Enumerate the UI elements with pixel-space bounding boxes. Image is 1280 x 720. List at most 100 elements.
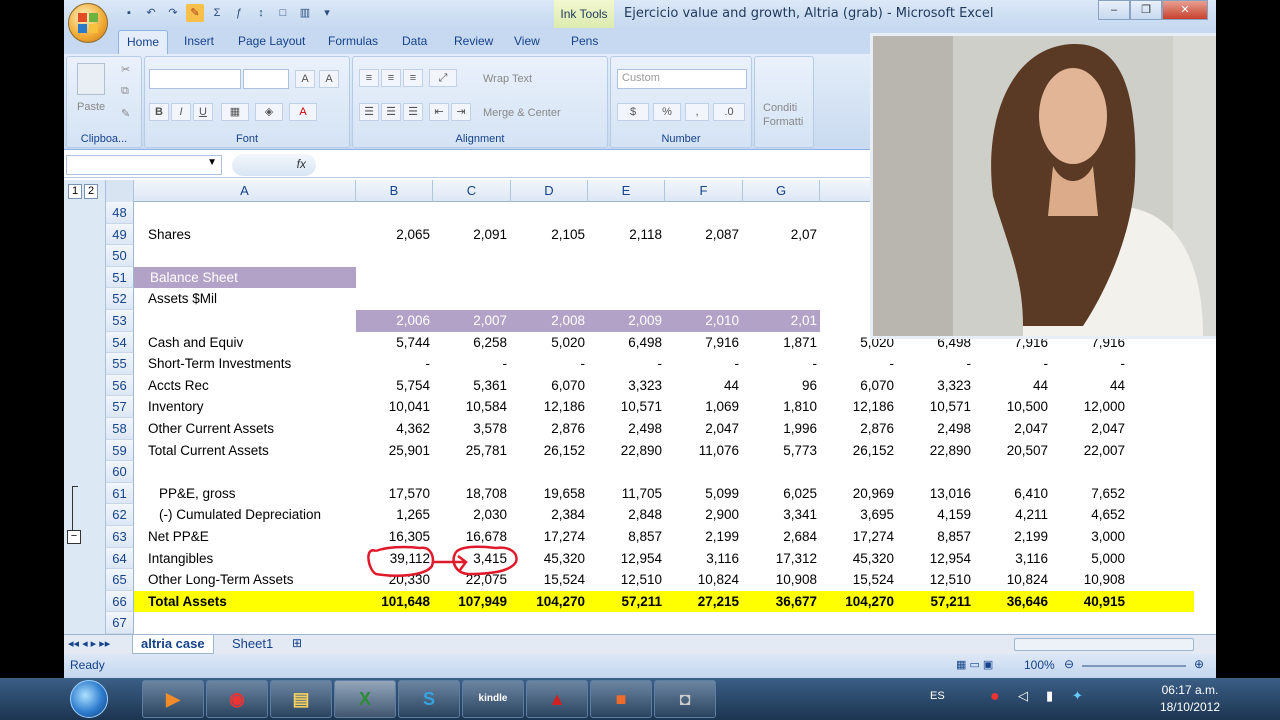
table-row[interactable]: 63 Net PP&E 16,305 16,678 17,274 8,857 2,199 2,… xyxy=(106,526,1216,548)
row-number[interactable]: 54 xyxy=(106,331,134,354)
table-cell[interactable]: 2,384 xyxy=(511,504,585,526)
undo-icon[interactable]: ↶ xyxy=(142,4,160,22)
table-cell[interactable]: 12,186 xyxy=(511,396,585,418)
table-cell[interactable]: 6,258 xyxy=(433,332,507,354)
language-indicator[interactable]: ES xyxy=(930,690,945,702)
taskbar-chrome-icon[interactable]: ◉ xyxy=(206,680,268,718)
table-cell[interactable]: 8,857 xyxy=(588,526,662,548)
function-icon[interactable]: ƒ xyxy=(230,4,248,22)
align-center-icon[interactable]: ☰ xyxy=(381,103,401,121)
table-cell[interactable]: 3,341 xyxy=(743,504,817,526)
table-cell[interactable]: 3,323 xyxy=(588,375,662,397)
paste-icon[interactable] xyxy=(77,63,105,95)
table-cell[interactable]: 6,070 xyxy=(511,375,585,397)
table-cell[interactable]: 10,908 xyxy=(1051,569,1125,591)
table-cell[interactable]: 22,075 xyxy=(433,569,507,591)
table-cell[interactable]: 3,116 xyxy=(665,548,739,570)
row-number[interactable]: 62 xyxy=(106,504,134,526)
table-cell[interactable]: 12,954 xyxy=(897,548,971,570)
table-cell[interactable]: 22,890 xyxy=(588,440,662,462)
tab-page-layout[interactable]: Page Layout xyxy=(238,34,305,48)
table-cell[interactable]: 2,065 xyxy=(356,224,430,246)
sheet-nav-icon[interactable]: ◂◂ ◂ ▸ ▸▸ xyxy=(68,637,110,650)
table-cell[interactable]: 19,658 xyxy=(511,483,585,505)
tab-home[interactable]: Home xyxy=(118,30,169,54)
close-button[interactable]: ✕ xyxy=(1162,0,1208,20)
table-cell[interactable]: - xyxy=(897,353,972,375)
table-cell[interactable]: 12,954 xyxy=(588,548,662,570)
table-cell[interactable]: 17,274 xyxy=(820,526,894,548)
customize-qat-icon[interactable]: ▾ xyxy=(318,4,336,22)
ink-tools-context-tab[interactable]: Ink Tools xyxy=(554,0,614,28)
table-cell[interactable]: 7,652 xyxy=(1051,483,1125,505)
row-number[interactable]: 56 xyxy=(106,374,134,397)
table-cell[interactable]: 44 xyxy=(665,375,739,397)
table-cell[interactable]: 2,007 xyxy=(433,310,507,332)
page-layout-view-icons[interactable]: ▦ ▭ ▣ xyxy=(956,658,993,671)
table-cell[interactable]: 12,186 xyxy=(820,396,894,418)
table-cell[interactable]: 4,211 xyxy=(974,504,1048,526)
table-cell[interactable]: 2,199 xyxy=(665,526,739,548)
table-cell[interactable]: 3,578 xyxy=(433,418,507,440)
table-cell[interactable]: 6,498 xyxy=(588,332,662,354)
table-cell[interactable]: 2,105 xyxy=(511,224,585,246)
table-cell[interactable]: 3,695 xyxy=(820,504,894,526)
table-cell[interactable]: 2,010 xyxy=(665,310,739,332)
outline-level-1[interactable]: 1 xyxy=(68,184,82,199)
zoom-in-icon[interactable]: ⊕ xyxy=(1194,657,1204,671)
tab-pens[interactable]: Pens xyxy=(571,34,598,48)
table-cell[interactable]: - xyxy=(820,353,895,375)
col-g[interactable]: G xyxy=(743,180,820,202)
table-cell[interactable]: 44 xyxy=(974,375,1048,397)
table-cell[interactable]: 2,199 xyxy=(974,526,1048,548)
row-label[interactable]: Intangibles xyxy=(148,548,213,570)
table-cell[interactable]: 4,362 xyxy=(356,418,430,440)
table-row[interactable]: 58 Other Current Assets 4,362 3,578 2,876 2,4… xyxy=(106,418,1216,440)
zoom-out-icon[interactable]: ⊖ xyxy=(1064,657,1074,671)
insert-sheet-icon[interactable]: ⊞ xyxy=(292,636,302,650)
table-cell[interactable]: 15,524 xyxy=(511,569,585,591)
table-cell[interactable]: 22,007 xyxy=(1051,440,1125,462)
table-cell[interactable]: 10,584 xyxy=(433,396,507,418)
system-tray-icon[interactable]: ✦ xyxy=(1072,688,1083,704)
fill-color-icon[interactable]: ◈ xyxy=(255,103,283,121)
table-cell[interactable]: 1,871 xyxy=(743,332,817,354)
row-label[interactable]: Cash and Equiv xyxy=(148,332,243,354)
taskbar-recorder-icon[interactable]: ◘ xyxy=(654,680,716,718)
table-cell[interactable]: 4,159 xyxy=(897,504,971,526)
row-label[interactable]: PP&E, gross xyxy=(159,483,236,505)
taskbar-kindle-icon[interactable]: kindle xyxy=(462,680,524,718)
row-label[interactable]: Balance Sheet xyxy=(134,266,356,289)
table-row[interactable]: 66 Total Assets 101,648 107,949 104,270 57,21… xyxy=(106,590,1216,613)
percent-style-button[interactable]: % xyxy=(653,103,681,121)
name-box[interactable]: ▼ xyxy=(66,155,222,175)
insert-function-button[interactable]: fx xyxy=(232,154,316,176)
paste-button[interactable]: Paste xyxy=(77,101,105,113)
accounting-format-icon[interactable]: $ xyxy=(617,103,649,121)
decrease-indent-icon[interactable]: ⇤ xyxy=(429,103,449,121)
table-cell[interactable]: - xyxy=(665,353,740,375)
table-cell[interactable]: 57,211 xyxy=(588,591,662,613)
row-number[interactable]: 55 xyxy=(106,353,134,375)
table-cell[interactable]: 4,652 xyxy=(1051,504,1125,526)
table-cell[interactable]: 22,890 xyxy=(897,440,971,462)
table-cell[interactable]: 27,215 xyxy=(665,591,739,613)
wrap-text-button[interactable]: Wrap Text xyxy=(483,73,532,85)
table-cell[interactable]: 2,876 xyxy=(511,418,585,440)
row-number[interactable]: 60 xyxy=(106,461,134,483)
table-row[interactable]: 67 xyxy=(106,612,1216,634)
table-cell[interactable]: 26,152 xyxy=(511,440,585,462)
italic-button[interactable]: I xyxy=(171,103,191,121)
outline-level-2[interactable]: 2 xyxy=(84,184,98,199)
volume-icon[interactable]: ◁ xyxy=(1018,688,1028,704)
table-cell[interactable]: 45,320 xyxy=(820,548,894,570)
taskbar-acrobat-icon[interactable]: ▲ xyxy=(526,680,588,718)
table-cell[interactable]: 11,076 xyxy=(665,440,739,462)
sheet-tab-altria-case[interactable]: altria case xyxy=(132,635,214,654)
grow-font-icon[interactable]: A xyxy=(295,70,315,88)
table-cell[interactable]: 2,047 xyxy=(665,418,739,440)
col-b[interactable]: B xyxy=(356,180,433,202)
table-row[interactable]: 56 Accts Rec 5,754 5,361 6,070 3,323 44 96 6,070… xyxy=(106,374,1216,397)
table-cell[interactable]: 20,969 xyxy=(820,483,894,505)
table-row[interactable]: 59 Total Current Assets 25,901 25,781 26,152… xyxy=(106,439,1216,462)
